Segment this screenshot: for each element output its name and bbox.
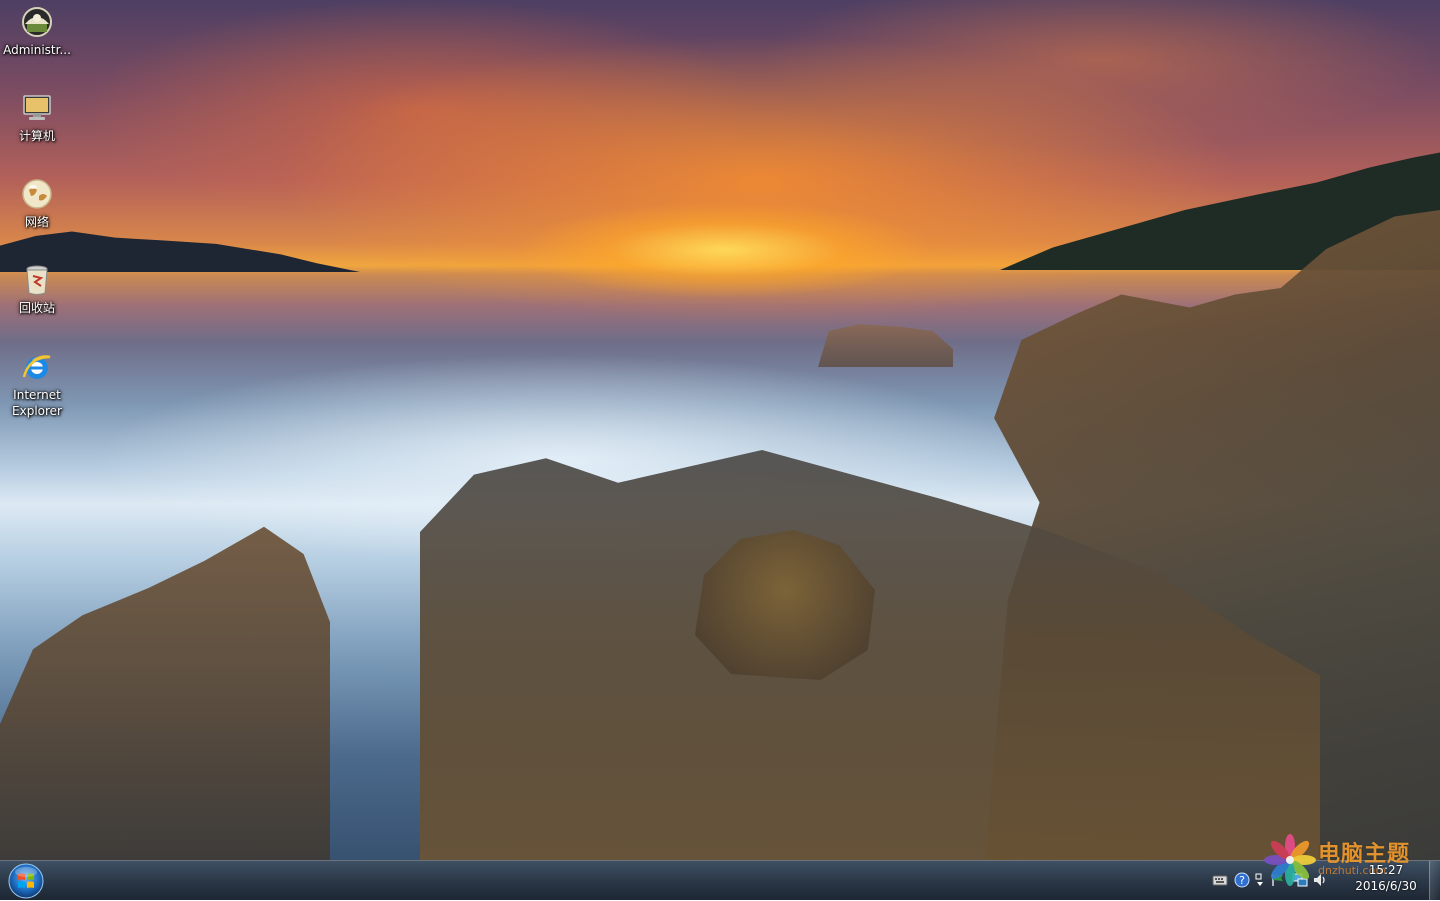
desktop-icon-internet-explorer[interactable]: Internet Explorer bbox=[0, 351, 74, 419]
help-icon[interactable]: ? bbox=[1234, 872, 1250, 888]
show-desktop-button[interactable] bbox=[1429, 861, 1440, 900]
desktop-icon-network[interactable]: 网络 bbox=[0, 178, 74, 230]
start-button[interactable] bbox=[6, 862, 46, 900]
desktop-icon-label: 网络 bbox=[24, 215, 49, 229]
svg-text:?: ? bbox=[1239, 874, 1245, 887]
clock-date: 2016/6/30 bbox=[1355, 879, 1417, 893]
desktop-icon-user-folder[interactable]: Administr... bbox=[0, 6, 74, 58]
taskbar-clock[interactable]: 15:27 2016/6/30 bbox=[1346, 862, 1426, 894]
network-globe-icon bbox=[22, 179, 52, 209]
user-folder-icon bbox=[22, 7, 52, 37]
taskbar: ? bbox=[0, 860, 1440, 900]
recycle-bin-icon bbox=[26, 265, 48, 295]
computer-icon bbox=[23, 95, 51, 120]
desktop-icon-label: Administr... bbox=[3, 43, 71, 57]
keyboard-icon[interactable] bbox=[1212, 872, 1228, 888]
desktop-icon-recycle-bin[interactable]: 回收站 bbox=[0, 264, 74, 316]
desktop-icon-label: Internet Explorer bbox=[12, 388, 62, 418]
desktop-icon-label: 回收站 bbox=[18, 301, 55, 315]
internet-explorer-icon bbox=[22, 355, 51, 379]
desktop-icon-label: 计算机 bbox=[18, 129, 55, 143]
desktop-icon-computer[interactable]: 计算机 bbox=[0, 92, 74, 144]
clock-time: 15:27 bbox=[1368, 863, 1404, 877]
